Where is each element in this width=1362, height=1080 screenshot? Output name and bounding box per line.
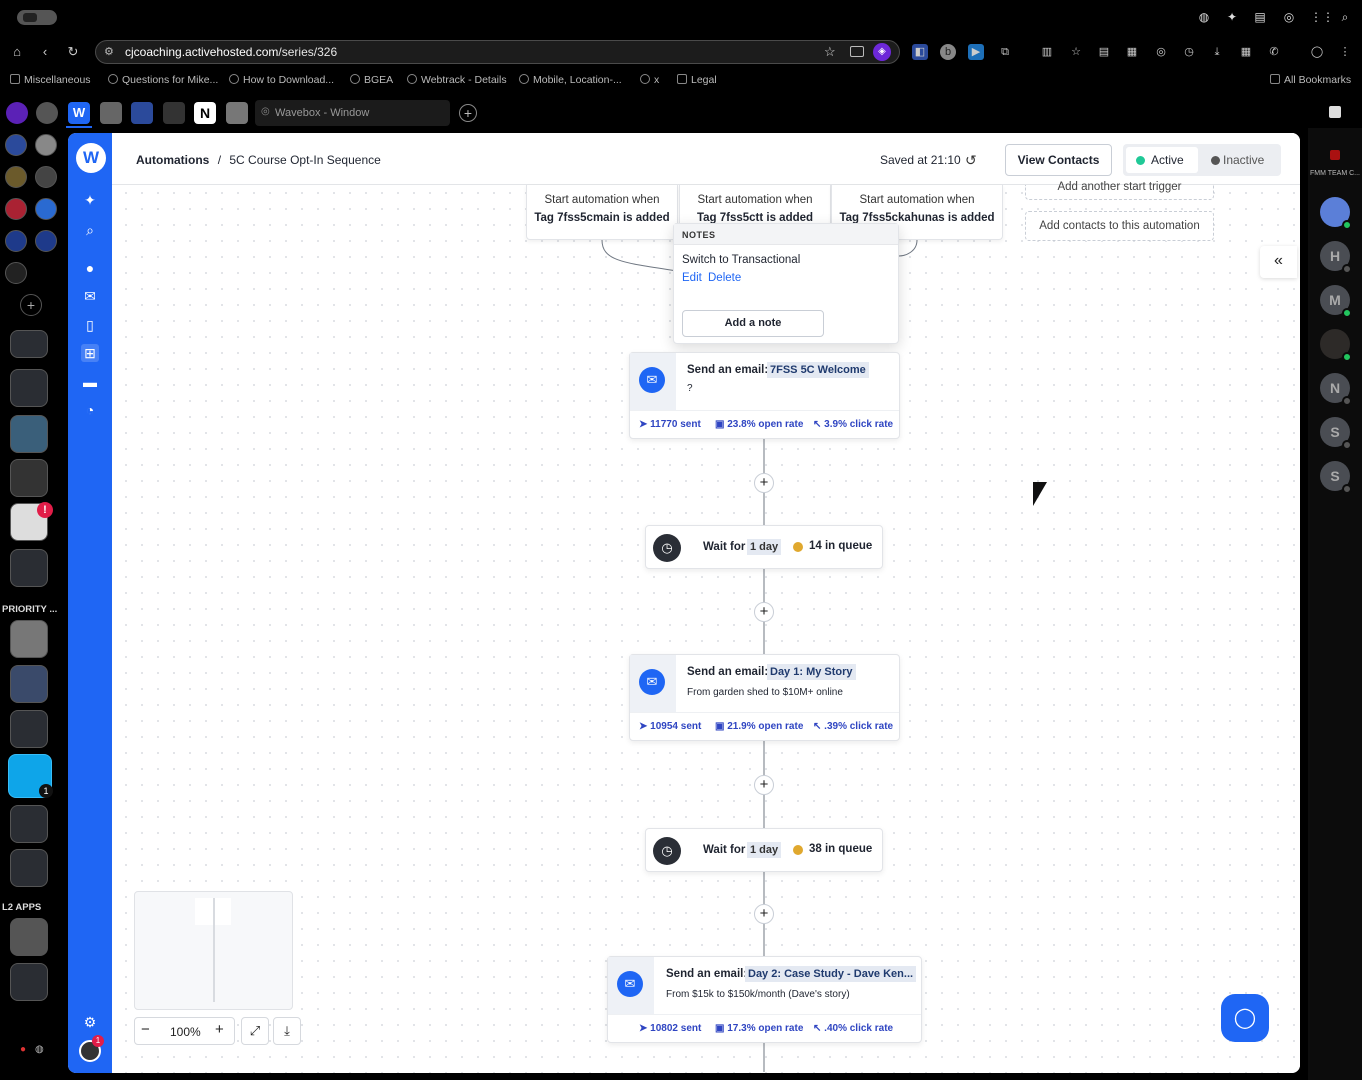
- online-dot: [1342, 220, 1352, 230]
- zoom-out-button[interactable]: −: [141, 1021, 150, 1038]
- mouse-cursor-icon: [1033, 482, 1047, 506]
- offline-dot: [1342, 264, 1352, 274]
- email-step-card[interactable]: ✉ Send an email: Day 1: My Story From ga…: [629, 654, 900, 741]
- queue-count[interactable]: 38 in queue: [809, 843, 872, 855]
- sent-stat[interactable]: ➤ 10802 sent: [639, 1023, 701, 1034]
- offline-dot: [1342, 440, 1352, 450]
- add-step-button[interactable]: +: [754, 775, 774, 795]
- add-start-trigger-button[interactable]: Add another start trigger: [1025, 181, 1214, 200]
- click-rate-stat[interactable]: ↖ .39% click rate: [813, 721, 893, 732]
- email-stats: ➤ 10954 sent ▣ 21.9% open rate ↖ .39% cl…: [630, 712, 899, 741]
- email-stats: ➤ 10802 sent ▣ 17.3% open rate ↖ .40% cl…: [608, 1014, 921, 1043]
- minimap[interactable]: [134, 891, 293, 1010]
- email-icon: ✉: [639, 669, 665, 695]
- help-chat-button[interactable]: ◯: [1221, 994, 1269, 1042]
- queue-dot: [793, 845, 803, 855]
- click-rate-stat[interactable]: ↖ .40% click rate: [813, 1023, 893, 1034]
- email-step-card[interactable]: ✉ Send an email: 7FSS 5C Welcome ? ➤ 117…: [629, 352, 900, 439]
- email-stats: ➤ 11770 sent ▣ 23.8% open rate ↖ 3.9% cl…: [630, 410, 899, 439]
- clock-icon: ◷: [653, 837, 681, 865]
- wait-step-card[interactable]: ◷ Wait for 1 day 38 in queue: [645, 828, 883, 872]
- minimap-flow: [213, 898, 215, 1002]
- add-step-button[interactable]: +: [754, 602, 774, 622]
- online-dot: [1342, 352, 1352, 362]
- sent-stat[interactable]: ➤ 10954 sent: [639, 721, 701, 732]
- start-trigger-card[interactable]: Start automation when Tag 7fss5cmain is …: [526, 185, 678, 240]
- team-label: FMM TEAM C...: [1309, 170, 1361, 177]
- team-logo-icon[interactable]: [1330, 150, 1340, 160]
- note-delete-link[interactable]: Delete: [708, 272, 741, 284]
- click-rate-stat[interactable]: ↖ 3.9% click rate: [813, 419, 893, 430]
- zoom-in-button[interactable]: +: [215, 1021, 224, 1038]
- email-name: Day 2: Case Study - Dave Ken...: [745, 966, 917, 982]
- wait-duration: 1 day: [747, 842, 782, 858]
- email-icon: ✉: [617, 971, 643, 997]
- collapse-panel-button[interactable]: «: [1260, 246, 1297, 278]
- add-contacts-button[interactable]: Add contacts to this automation: [1025, 211, 1214, 241]
- zoom-control: − 100% +: [134, 1017, 235, 1045]
- email-icon: ✉: [639, 367, 665, 393]
- offline-dot: [1342, 396, 1352, 406]
- queue-dot: [793, 542, 803, 552]
- email-name: Day 1: My Story: [767, 664, 856, 680]
- download-icon[interactable]: ⤓: [273, 1017, 301, 1045]
- email-step-card[interactable]: ✉ Send an email: Day 2: Case Study - Dav…: [607, 956, 922, 1043]
- online-dot: [1342, 308, 1352, 318]
- add-step-button[interactable]: +: [754, 904, 774, 924]
- add-note-button[interactable]: Add a note: [682, 310, 824, 337]
- note-text: Switch to Transactional: [682, 254, 801, 266]
- sent-stat[interactable]: ➤ 11770 sent: [639, 419, 701, 430]
- queue-count[interactable]: 14 in queue: [809, 540, 872, 552]
- wait-step-card[interactable]: ◷ Wait for 1 day 14 in queue: [645, 525, 883, 569]
- wait-duration: 1 day: [747, 539, 782, 555]
- offline-dot: [1342, 484, 1352, 494]
- clock-icon: ◷: [653, 534, 681, 562]
- note-edit-link[interactable]: Edit: [682, 272, 702, 284]
- fit-to-screen-icon[interactable]: ⤢: [241, 1017, 269, 1045]
- email-name: 7FSS 5C Welcome: [767, 362, 869, 378]
- open-rate-stat[interactable]: ▣ 21.9% open rate: [715, 721, 803, 732]
- open-rate-stat[interactable]: ▣ 23.8% open rate: [715, 419, 803, 430]
- zoom-level: 100%: [170, 1025, 201, 1039]
- notes-popover: NOTES Switch to Transactional Edit Delet…: [673, 223, 899, 344]
- add-step-button[interactable]: +: [754, 473, 774, 493]
- open-rate-stat[interactable]: ▣ 17.3% open rate: [715, 1023, 803, 1034]
